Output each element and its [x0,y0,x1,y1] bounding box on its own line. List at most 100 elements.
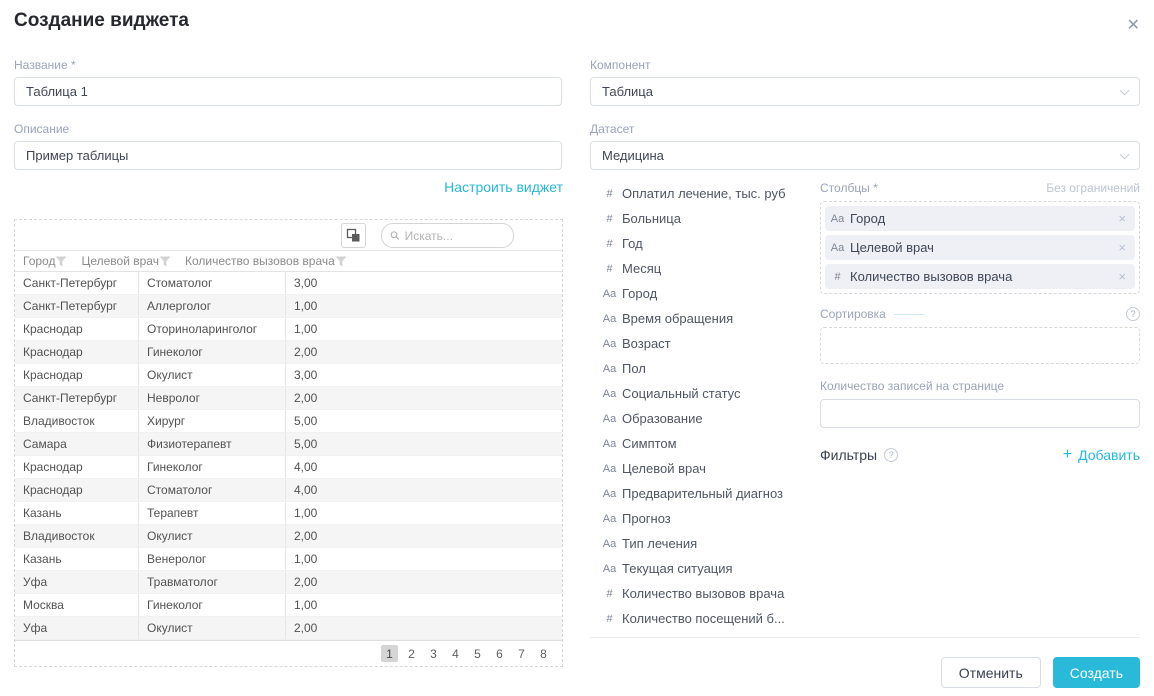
pagination-page[interactable]: 3 [425,645,442,662]
cancel-button[interactable]: Отменить [941,657,1041,688]
sorting-dropzone[interactable] [820,327,1140,364]
dataset-value: Медицина [602,148,664,163]
dataset-field-item[interactable]: Aa Время обращения [601,306,809,331]
dataset-field-item[interactable]: Aa Текущая ситуация [601,556,809,581]
dataset-field-item[interactable]: Aa Город [601,281,809,306]
cell-city: Уфа [15,617,139,639]
table-row: Краснодар Окулист 3,00 [15,364,562,387]
columns-label: Столбцы * [820,181,878,195]
dataset-label: Датасет [590,122,1140,136]
plus-icon: + [1063,448,1072,462]
column-chip[interactable]: Aa Целевой врач × [825,235,1135,260]
cell-city: Казань [15,502,139,524]
pagination: 1 2 3 4 5 6 7 8 [15,641,562,666]
field-label: Город [622,286,657,301]
close-icon[interactable]: ✕ [1127,18,1140,34]
dataset-field-item[interactable]: # Количество посещений б... [601,606,809,631]
field-label: Прогноз [622,511,671,526]
columns-dropzone[interactable]: Aa Город × Aa Целевой врач × # Количеств… [820,201,1140,294]
dataset-field-item[interactable]: Aa Целевой врач [601,456,809,481]
table-row: Уфа Травматолог 2,00 [15,571,562,594]
dataset-fields-list: # Оплатил лечение, тыс. руб # Больница #… [601,181,809,631]
add-filter-link[interactable]: + Добавить [1063,447,1140,463]
dataset-field-item[interactable]: Aa Образование [601,406,809,431]
field-type-icon: Aa [601,463,618,475]
column-chip[interactable]: Aa Город × [825,206,1135,231]
dataset-field-item[interactable]: # Количество вызовов врача [601,581,809,606]
configure-widget-link[interactable]: Настроить виджет [444,179,563,195]
search-icon [390,230,400,241]
remove-chip-icon[interactable]: × [1118,270,1126,283]
column-header[interactable]: Город [15,251,73,271]
dataset-field-item[interactable]: Aa Прогноз [601,506,809,531]
search-input[interactable] [381,223,514,248]
dataset-field-item[interactable]: Aa Пол [601,356,809,381]
cell-doctor: Гинеколог [139,341,286,363]
field-label: Оплатил лечение, тыс. руб [622,186,786,201]
name-input[interactable] [14,77,562,106]
filters-label: Фильтры [820,447,877,463]
filter-funnel-icon[interactable] [55,256,67,267]
dataset-field-item[interactable]: Aa Социальный статус [601,381,809,406]
description-input[interactable] [14,141,562,170]
form-left: Название * Описание [14,58,562,186]
cell-calls: 2,00 [286,341,562,363]
filter-funnel-icon[interactable] [159,256,171,267]
remove-chip-icon[interactable]: × [1118,241,1126,254]
dataset-field-item[interactable]: Aa Возраст [601,331,809,356]
dataset-field-item[interactable]: # Больница [601,206,809,231]
field-type-icon: Aa [601,438,618,450]
column-header[interactable]: Целевой врач [73,251,177,271]
table-header: Город Целевой врач Количество вызовов вр… [15,250,562,272]
dataset-field-item[interactable]: # Год [601,231,809,256]
help-icon[interactable]: ? [1126,307,1140,321]
cell-city: Казань [15,548,139,570]
search-field[interactable] [405,229,505,243]
cell-city: Санкт-Петербург [15,387,139,409]
chip-label: Целевой врач [850,240,934,255]
pagination-page[interactable]: 1 [381,645,398,662]
table-row: Казань Венеролог 1,00 [15,548,562,571]
field-type-icon: Aa [601,413,618,425]
field-type-icon: Aa [601,338,618,350]
column-chip[interactable]: # Количество вызовов врача × [825,264,1135,289]
sorting-dash [894,314,924,315]
pagination-page[interactable]: 2 [403,645,420,662]
copy-icon[interactable] [341,223,366,248]
table-row: Санкт-Петербург Стоматолог 3,00 [15,272,562,295]
field-label: Целевой врач [622,461,706,476]
field-type-icon: # [601,188,618,200]
pagination-page[interactable]: 6 [491,645,508,662]
component-select[interactable]: Таблица [590,77,1140,106]
form-right: Компонент Таблица Датасет Медицина [590,58,1140,186]
add-filter-label: Добавить [1078,447,1140,463]
field-type-icon: # [829,271,846,283]
filter-funnel-icon[interactable] [335,256,347,267]
field-type-icon: Aa [601,388,618,400]
cell-city: Самара [15,433,139,455]
page-size-input[interactable] [820,399,1140,428]
pagination-page[interactable]: 7 [513,645,530,662]
dataset-field-item[interactable]: # Оплатил лечение, тыс. руб [601,181,809,206]
cell-city: Санкт-Петербург [15,295,139,317]
dataset-field-item[interactable]: Aa Предварительный диагноз [601,481,809,506]
component-label: Компонент [590,58,1140,72]
cell-city: Владивосток [15,410,139,432]
field-type-icon: # [601,238,618,250]
dataset-field-item[interactable]: Aa Тип лечения [601,531,809,556]
field-type-icon: # [601,263,618,275]
column-header[interactable]: Количество вызовов врача [177,251,353,271]
sorting-label: Сортировка [820,307,886,321]
dataset-field-item[interactable]: Aa Симптом [601,431,809,456]
dataset-field-item[interactable]: # Месяц [601,256,809,281]
pagination-page[interactable]: 4 [447,645,464,662]
dataset-select[interactable]: Медицина [590,141,1140,170]
remove-chip-icon[interactable]: × [1118,212,1126,225]
pagination-page[interactable]: 5 [469,645,486,662]
field-label: Количество вызовов врача [622,586,784,601]
table-row: Краснодар Гинеколог 4,00 [15,456,562,479]
pagination-page[interactable]: 8 [535,645,552,662]
create-button[interactable]: Создать [1053,657,1140,688]
table-row: Краснодар Оториноларинголог 1,00 [15,318,562,341]
help-icon[interactable]: ? [884,448,898,462]
